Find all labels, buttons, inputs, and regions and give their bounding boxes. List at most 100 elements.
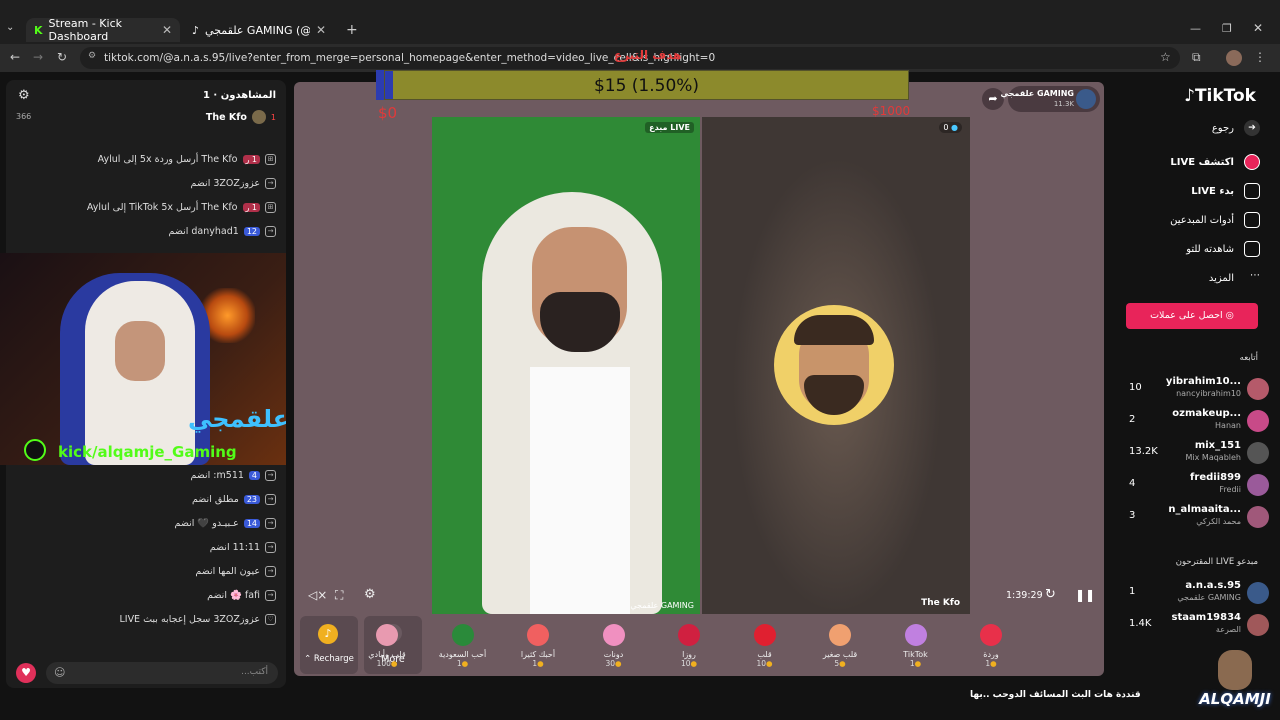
avatar-hair bbox=[794, 315, 874, 345]
site-info-icon[interactable]: ⚙ bbox=[88, 51, 96, 61]
coin-icon: ♪ bbox=[318, 624, 338, 644]
close-tab-icon[interactable]: ✕ bbox=[316, 23, 326, 37]
chat-message: ⊞ 1 ر The Kfo أرسل وردة 5x إلى Aylul bbox=[98, 154, 276, 165]
new-tab-icon[interactable]: + bbox=[346, 22, 358, 38]
gift-item[interactable]: روزا 10● bbox=[661, 616, 717, 676]
beard bbox=[540, 292, 620, 352]
get-coins-button[interactable]: احصل على عملات ◎ bbox=[1126, 303, 1258, 329]
tiktok-favicon-icon: ♪ bbox=[192, 23, 200, 37]
viewer-count: 2 bbox=[1129, 414, 1136, 425]
gift-name: أحبك كثيرا bbox=[520, 650, 556, 659]
sidebar-item-creator-tools[interactable]: أدوات المبدعين bbox=[1170, 212, 1260, 228]
creator-subtitle: علقمجي GAMING bbox=[1177, 593, 1241, 602]
guest-video[interactable]: 0 ● The Kfo bbox=[702, 117, 970, 614]
gift-item[interactable]: قلب صغير 5● bbox=[812, 616, 868, 676]
avatar bbox=[1247, 474, 1269, 496]
viewers-label[interactable]: المشاهدون · 1 bbox=[203, 90, 276, 101]
gift-price: 5● bbox=[812, 659, 868, 668]
gift-icon bbox=[527, 624, 549, 646]
emoji-icon[interactable]: ☺ bbox=[54, 666, 65, 679]
gift-name: قلب وأيادي bbox=[368, 650, 406, 659]
followed-creator[interactable]: a.n.a.s.95 علقمجي GAMING 1 bbox=[1127, 580, 1277, 608]
volume-icon[interactable]: ◁× bbox=[308, 588, 327, 602]
chat-message: → عزوز3ZOZ انضم bbox=[190, 178, 276, 189]
join-icon: → bbox=[265, 518, 276, 529]
host-info[interactable]: علقمجي GAMING 11.3K bbox=[1001, 86, 1100, 112]
gift-item[interactable]: قلب 10● bbox=[737, 616, 793, 676]
browser-menu-icon[interactable]: ⋮ bbox=[1254, 50, 1266, 64]
reload-icon[interactable]: ↻ bbox=[57, 50, 67, 64]
gift-item[interactable]: أحبك كثيرا 1● bbox=[510, 616, 566, 676]
level-badge: 1 ر bbox=[242, 203, 260, 212]
creator-name: mix_151 bbox=[1194, 440, 1241, 451]
chat-message-text: عـبيـدو 🖤 انضم bbox=[174, 518, 239, 529]
avatar bbox=[1247, 378, 1269, 400]
sidebar-item-more-dots[interactable]: ⋯ المزيد bbox=[1209, 270, 1260, 286]
gift-item[interactable]: أحب السعودية 1● bbox=[435, 616, 491, 676]
sidebar-item-label: بدء LIVE bbox=[1191, 185, 1234, 197]
gift-price: 1● bbox=[510, 659, 566, 668]
coin-icon: ● bbox=[615, 659, 622, 668]
kick-avatar bbox=[24, 439, 46, 461]
restore-icon[interactable]: ❐ bbox=[1222, 22, 1232, 35]
back-icon[interactable]: ← bbox=[10, 50, 20, 64]
close-window-icon[interactable]: ✕ bbox=[1253, 21, 1263, 35]
followed-creator[interactable]: yibrahim10... nancyibrahim10 10 bbox=[1127, 376, 1277, 404]
coin-icon: ● bbox=[990, 659, 997, 668]
sidebar-item-live[interactable]: اكتشف LIVE bbox=[1170, 154, 1260, 170]
host-video[interactable]: مبدع LIVE علقمجي GAMING bbox=[432, 117, 700, 614]
avatar bbox=[1247, 442, 1269, 464]
guest-avatar bbox=[774, 305, 894, 425]
recharge-label: ⌃ Recharge bbox=[304, 654, 354, 664]
extensions-icon[interactable]: ⧉ bbox=[1192, 50, 1201, 65]
coin-icon: ● bbox=[461, 659, 469, 668]
bookmark-star-icon[interactable]: ☆ bbox=[1160, 50, 1171, 64]
sidebar-item-history[interactable]: شاهدته للتو bbox=[1186, 241, 1260, 257]
gift-name: روزا bbox=[682, 650, 696, 659]
followed-creator[interactable]: ozmakeup... Hanan 2 bbox=[1127, 408, 1277, 436]
gift-name: TikTok bbox=[903, 650, 928, 659]
video-camera-icon bbox=[1244, 183, 1260, 199]
gift-item[interactable]: وردة 1● bbox=[963, 616, 1019, 676]
chat-message-text: m511: انضم bbox=[190, 470, 244, 481]
tab-tiktok-live[interactable]: ♪ علقمجي GAMING (@a.n.a.s.95) ✕ bbox=[184, 18, 334, 42]
creator-name: staam19834 bbox=[1171, 612, 1241, 623]
join-icon: → bbox=[265, 590, 276, 601]
followed-creator[interactable]: staam19834 الصرعة 1.4K bbox=[1127, 612, 1277, 640]
join-icon: → bbox=[265, 494, 276, 505]
gift-price: 1● bbox=[435, 659, 491, 668]
profile-avatar[interactable] bbox=[1226, 50, 1242, 66]
refresh-icon[interactable]: ↻ bbox=[1045, 587, 1056, 602]
coin-icon: ● bbox=[390, 659, 398, 668]
gift-name: وردة bbox=[983, 650, 999, 659]
followed-creator[interactable]: n_almaaita... محمد الكركي 3 bbox=[1127, 504, 1277, 532]
level-badge: 12 bbox=[243, 227, 260, 236]
forward-icon[interactable]: → bbox=[33, 50, 43, 64]
tab-search-icon[interactable]: ⌄ bbox=[6, 22, 20, 36]
minimize-icon[interactable]: — bbox=[1190, 22, 1201, 35]
sidebar-item-video-camera[interactable]: بدء LIVE bbox=[1191, 183, 1260, 199]
back-nav[interactable]: ➔ رجوع bbox=[1212, 120, 1260, 136]
gift-item[interactable]: TikTok 1● bbox=[888, 616, 944, 676]
viewer-count: 1.4K bbox=[1129, 618, 1152, 629]
gift-icon: ⊞ bbox=[265, 202, 276, 213]
gift-item[interactable]: قلب وأيادي 100● bbox=[359, 616, 415, 676]
settings-gear-icon[interactable]: ⚙ bbox=[18, 88, 30, 103]
followed-creator[interactable]: mix_151 Mix Maqableh 13.2K bbox=[1127, 440, 1277, 468]
gift-price: 30● bbox=[586, 659, 642, 668]
tiktok-logo[interactable]: ♪TikTok bbox=[1184, 86, 1256, 106]
gift-item[interactable]: دونات 30● bbox=[586, 616, 642, 676]
followed-creator[interactable]: fredii899 Fredii 4 bbox=[1127, 472, 1277, 500]
chat-message-text: danyhad1 انضم bbox=[168, 226, 239, 237]
top-viewer[interactable]: The Kfo 1 bbox=[206, 110, 276, 124]
player-settings-icon[interactable]: ⚙ bbox=[364, 587, 376, 602]
pause-icon[interactable]: ❚❚ bbox=[1075, 588, 1095, 602]
close-tab-icon[interactable]: ✕ bbox=[162, 23, 172, 37]
live-icon bbox=[1244, 154, 1260, 170]
fullscreen-icon[interactable]: ⛶ bbox=[335, 588, 343, 603]
like-heart-button[interactable]: ♥ bbox=[16, 663, 36, 683]
tab-kick-dashboard[interactable]: K Stream - Kick Dashboard ✕ bbox=[26, 17, 180, 43]
chat-input[interactable]: أكتب... bbox=[46, 662, 278, 684]
stream-duration: 1:39:29 bbox=[1006, 590, 1043, 601]
recharge-button[interactable]: ♪ ⌃ Recharge bbox=[300, 616, 358, 674]
